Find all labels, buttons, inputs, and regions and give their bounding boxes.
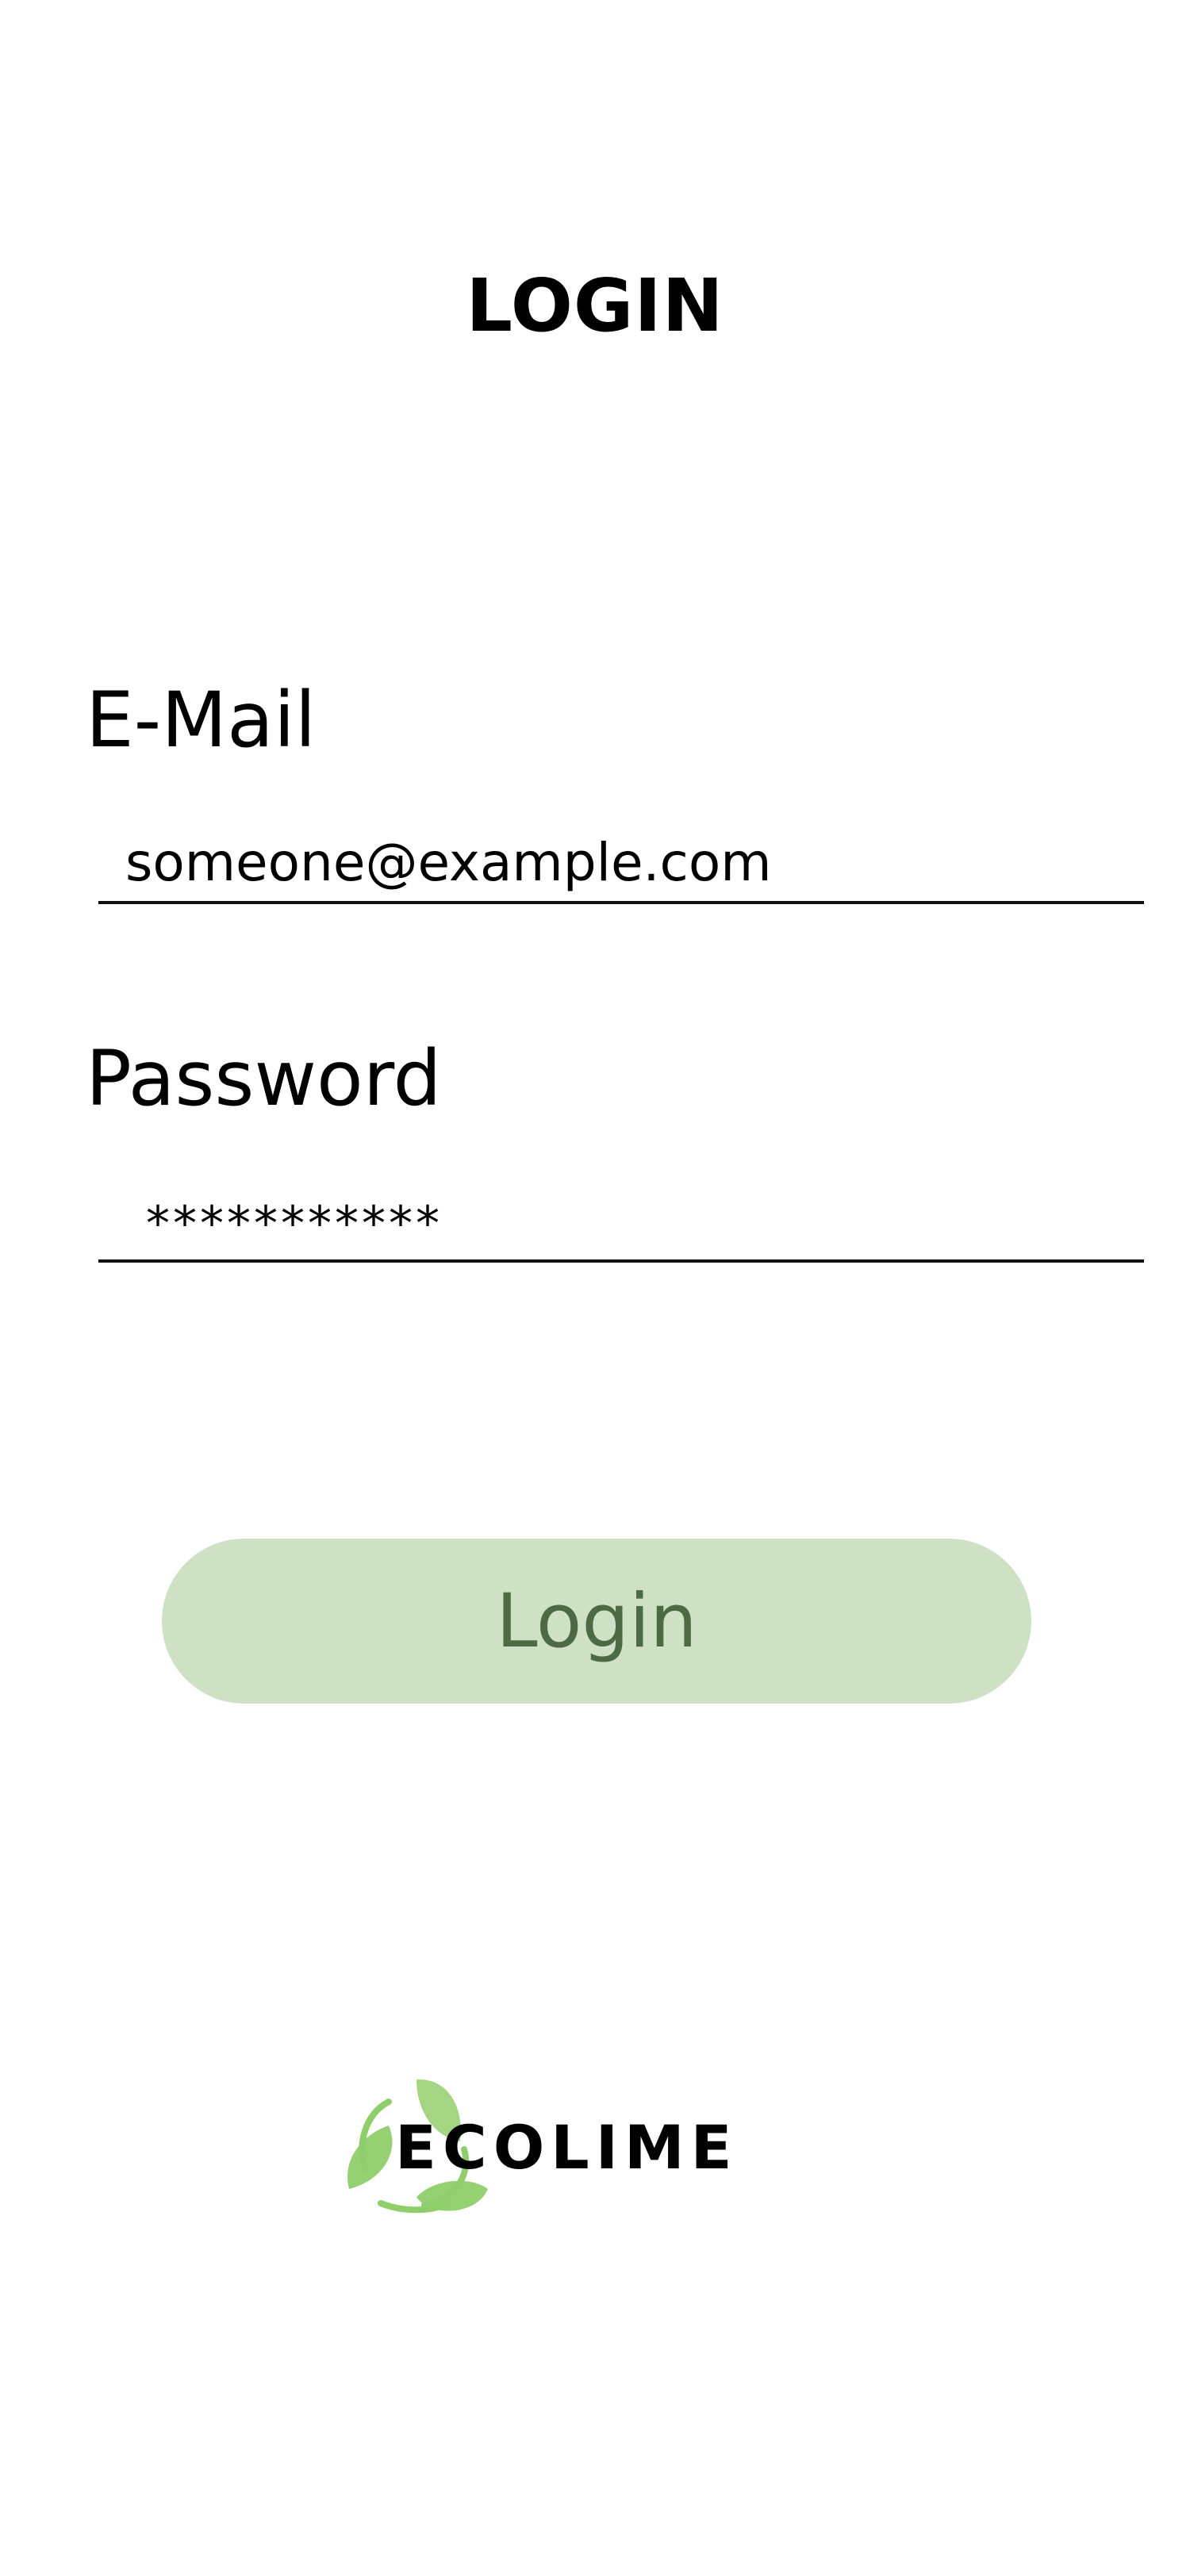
password-field[interactable] (98, 1196, 1144, 1252)
brand-logo: ECOLIME (333, 2070, 809, 2221)
brand-logo-text: ECOLIME (395, 2112, 739, 2183)
email-field[interactable] (98, 832, 1144, 893)
email-label: E-Mail (86, 676, 317, 765)
password-field-container[interactable] (98, 1174, 1144, 1263)
page-title: LOGIN (466, 263, 724, 348)
login-button[interactable]: Login (162, 1539, 1031, 1704)
password-label: Password (86, 1034, 442, 1123)
email-field-container[interactable] (98, 825, 1144, 904)
ecolime-logo: ECOLIME (347, 2079, 739, 2214)
